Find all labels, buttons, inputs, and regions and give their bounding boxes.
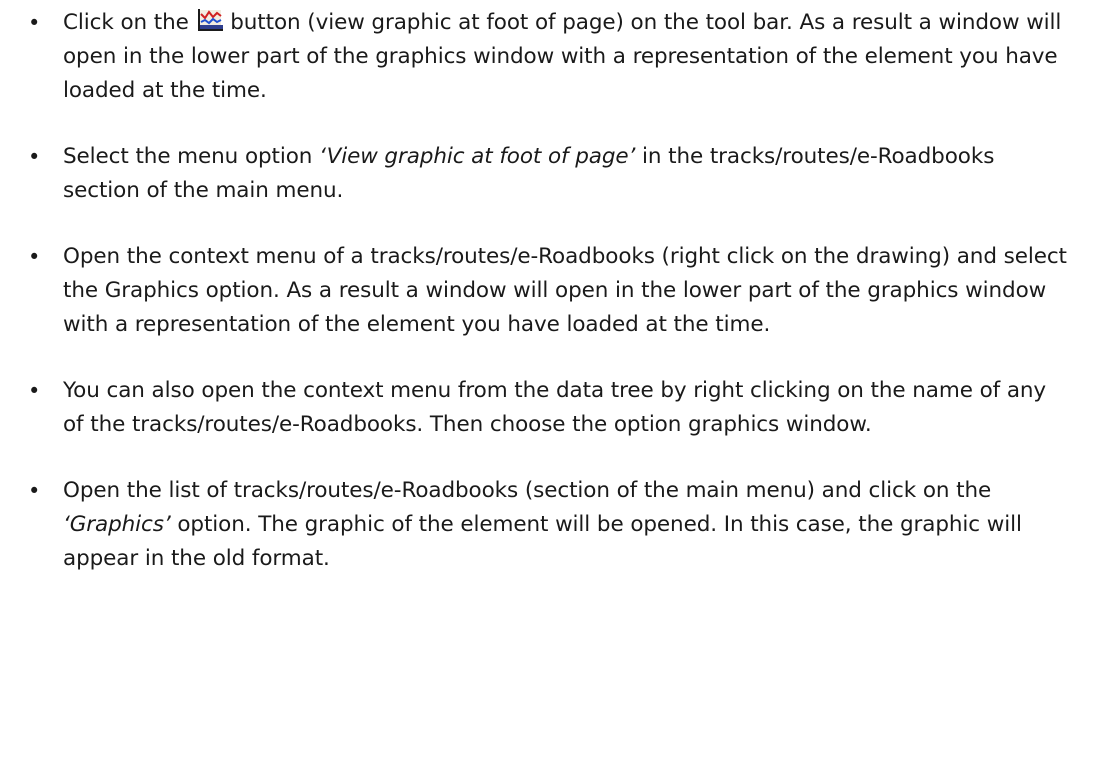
list-item: • Select the menu option ‘View graphic a… [0, 140, 1073, 208]
graphic-profile-icon [197, 9, 223, 31]
bullet-marker: • [28, 11, 41, 35]
list-item: • You can also open the context menu fro… [0, 374, 1073, 442]
bullet-marker: • [28, 379, 41, 403]
instruction-list: • Click on the button (view graphic at f… [0, 6, 1073, 576]
document-page: • Click on the button (view graphic at f… [0, 0, 1093, 767]
bullet-marker: • [28, 479, 41, 503]
bullet-marker: • [28, 245, 41, 269]
list-item: • Open the list of tracks/routes/e-Roadb… [0, 474, 1073, 576]
bullet-marker: • [28, 145, 41, 169]
menu-option-name: ‘View graphic at foot of page’ [319, 144, 636, 169]
option-name: ‘Graphics’ [63, 512, 171, 537]
list-item: • Click on the button (view graphic at f… [0, 6, 1073, 108]
list-item: • Open the context menu of a tracks/rout… [0, 240, 1073, 342]
